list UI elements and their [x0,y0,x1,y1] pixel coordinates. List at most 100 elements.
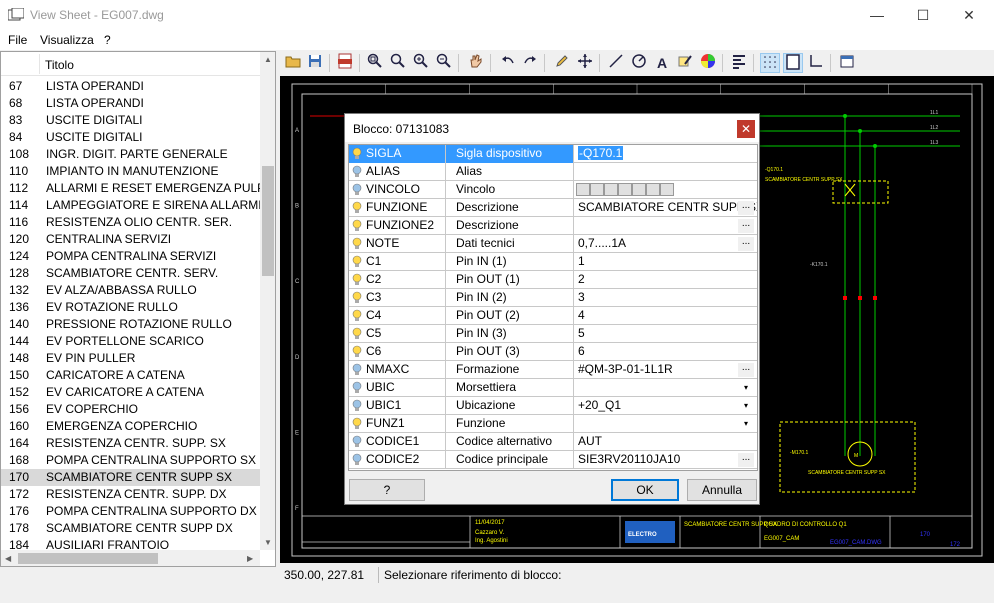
list-item[interactable]: 67 LISTA OPERANDI [1,78,261,95]
list-item[interactable]: 148 EV PIN PULLER [1,350,261,367]
horizontal-scrollbar[interactable]: ◀ ▶ [1,550,260,566]
lightbulb-icon[interactable] [352,453,362,466]
list-item[interactable]: 160 EMERGENZA COPERCHIO [1,418,261,435]
attribute-value-field[interactable]: ▾ [574,379,757,397]
attribute-value-field[interactable]: AUT [574,433,757,451]
list-item[interactable]: 110 IMPIANTO IN MANUTENZIONE [1,163,261,180]
lightbulb-icon[interactable] [352,381,362,394]
list-item[interactable]: 116 RESISTENZA OLIO CENTR. SER. [1,214,261,231]
attribute-name-cell[interactable]: C5 [349,325,446,343]
dialog-title-bar[interactable]: Blocco: 07131083 ✕ [345,114,759,142]
lightbulb-icon[interactable] [352,201,362,214]
list-item[interactable]: 144 EV PORTELLONE SCARICO [1,333,261,350]
attribute-name-cell[interactable]: C3 [349,289,446,307]
attribute-value-field[interactable]: 6 [574,343,757,361]
attribute-name-cell[interactable]: CODICE2 [349,451,446,469]
attribute-row[interactable]: NMAXC Formazione #QM-3P-01-1L1R... [349,361,757,379]
warning-icon[interactable] [660,183,674,196]
attribute-row[interactable]: VINCOLO Vincolo [349,181,757,199]
attribute-row[interactable]: CODICE1 Codice alternativo AUT [349,433,757,451]
lightbulb-icon[interactable] [352,399,362,412]
list-item[interactable]: 68 LISTA OPERANDI [1,95,261,112]
line-icon[interactable] [606,53,626,73]
axes-icon[interactable] [806,53,826,73]
attribute-row[interactable]: C3 Pin IN (2) 3 [349,289,757,307]
chevron-down-icon[interactable]: ▾ [738,417,754,431]
ellipsis-button[interactable]: ... [738,237,754,251]
attribute-name-cell[interactable]: FUNZIONE [349,199,446,217]
ki-icon[interactable] [576,183,590,196]
list-item[interactable]: 156 EV COPERCHIO [1,401,261,418]
lightbulb-icon[interactable] [352,255,362,268]
highlight-icon[interactable] [675,53,695,73]
vertical-scrollbar[interactable]: ▲ ▼ [260,52,275,550]
open-icon[interactable] [283,53,303,73]
attribute-name-cell[interactable]: UBIC [349,379,446,397]
attribute-value-field[interactable]: SIE3RV20110JA10... [574,451,757,469]
ellipsis-button[interactable]: ... [738,453,754,467]
attribute-value-field[interactable]: ... [574,217,757,235]
list-item[interactable]: 150 CARICATORE A CATENA [1,367,261,384]
attribute-row[interactable]: SIGLA Sigla dispositivo -Q170.1 [349,145,757,163]
minimize-button[interactable]: — [854,0,900,30]
lock-open-icon[interactable] [604,183,618,196]
cancel-button[interactable]: Annulla [687,479,757,501]
list-item[interactable]: 168 POMPA CENTRALINA SUPPORTO SX [1,452,261,469]
padlock-icon[interactable] [646,183,660,196]
list-item[interactable]: 120 CENTRALINA SERVIZI [1,231,261,248]
sheet-icon[interactable] [783,53,803,73]
ellipsis-button[interactable]: ... [738,201,754,215]
list-item[interactable]: 136 EV ROTAZIONE RULLO [1,299,261,316]
move-icon[interactable] [575,53,595,73]
zoom-extents-icon[interactable] [388,53,408,73]
chevron-down-icon[interactable]: ▾ [738,399,754,413]
lightbulb-icon[interactable] [352,273,362,286]
list-item[interactable]: 83 USCITE DIGITALI [1,112,261,129]
attribute-row[interactable]: ALIAS Alias [349,163,757,181]
lock-closed-icon[interactable] [632,183,646,196]
list-item[interactable]: 152 EV CARICATORE A CATENA [1,384,261,401]
list-item[interactable]: 164 RESISTENZA CENTR. SUPP. SX [1,435,261,452]
attribute-row[interactable]: FUNZIONE Descrizione SCAMBIATORE CENTR SUP… [349,199,757,217]
zoom-window-icon[interactable] [365,53,385,73]
list-item[interactable]: 140 PRESSIONE ROTAZIONE RULLO [1,316,261,333]
scroll-up-icon[interactable]: ▲ [264,55,272,64]
lightbulb-icon[interactable] [352,309,362,322]
attribute-value-field[interactable]: ▾ [574,415,757,433]
attribute-name-cell[interactable]: FUNZIONE2 [349,217,446,235]
attribute-value-field[interactable]: +20_Q1 ▾ [574,397,757,415]
attribute-name-cell[interactable]: CODICE1 [349,433,446,451]
attribute-value-field[interactable]: 5 [574,325,757,343]
zoom-in-icon[interactable] [411,53,431,73]
attribute-value-field[interactable]: 2 [574,271,757,289]
attribute-row[interactable]: C4 Pin OUT (2) 4 [349,307,757,325]
grid-icon[interactable] [760,53,780,73]
attribute-name-cell[interactable]: C2 [349,271,446,289]
ellipsis-button[interactable]: ... [738,363,754,377]
scroll-left-icon[interactable]: ◀ [5,554,11,563]
menu-help[interactable]: ? [104,33,111,47]
lightbulb-icon[interactable] [352,165,362,178]
list-item[interactable]: 108 INGR. DIGIT. PARTE GENERALE [1,146,261,163]
chevron-down-icon[interactable]: ▾ [738,381,754,395]
connector-icon[interactable] [590,183,604,196]
list-item[interactable]: 114 LAMPEGGIATORE E SIRENA ALLARMI [1,197,261,214]
ellipsis-button[interactable]: ... [738,219,754,233]
list-item[interactable]: 170 SCAMBIATORE CENTR SUPP SX [1,469,261,486]
list-item[interactable]: 178 SCAMBIATORE CENTR SUPP DX [1,520,261,537]
lightbulb-icon[interactable] [352,417,362,430]
pdf-icon[interactable] [335,53,355,73]
attribute-row[interactable]: C1 Pin IN (1) 1 [349,253,757,271]
list-item[interactable]: 124 POMPA CENTRALINA SERVIZI [1,248,261,265]
lightbulb-icon[interactable] [352,147,362,160]
menu-file[interactable]: File [8,33,27,47]
scroll-down-icon[interactable]: ▼ [264,538,272,547]
column-divider[interactable] [39,54,40,74]
attribute-name-cell[interactable]: C6 [349,343,446,361]
menu-visualizza[interactable]: Visualizza [40,33,94,47]
attribute-name-cell[interactable]: ALIAS [349,163,446,181]
help-button[interactable]: ? [349,479,425,501]
lightbulb-icon[interactable] [352,291,362,304]
scrollbar-thumb[interactable] [262,166,274,276]
attribute-row[interactable]: CODICE2 Codice principale SIE3RV20110JA10.… [349,451,757,469]
